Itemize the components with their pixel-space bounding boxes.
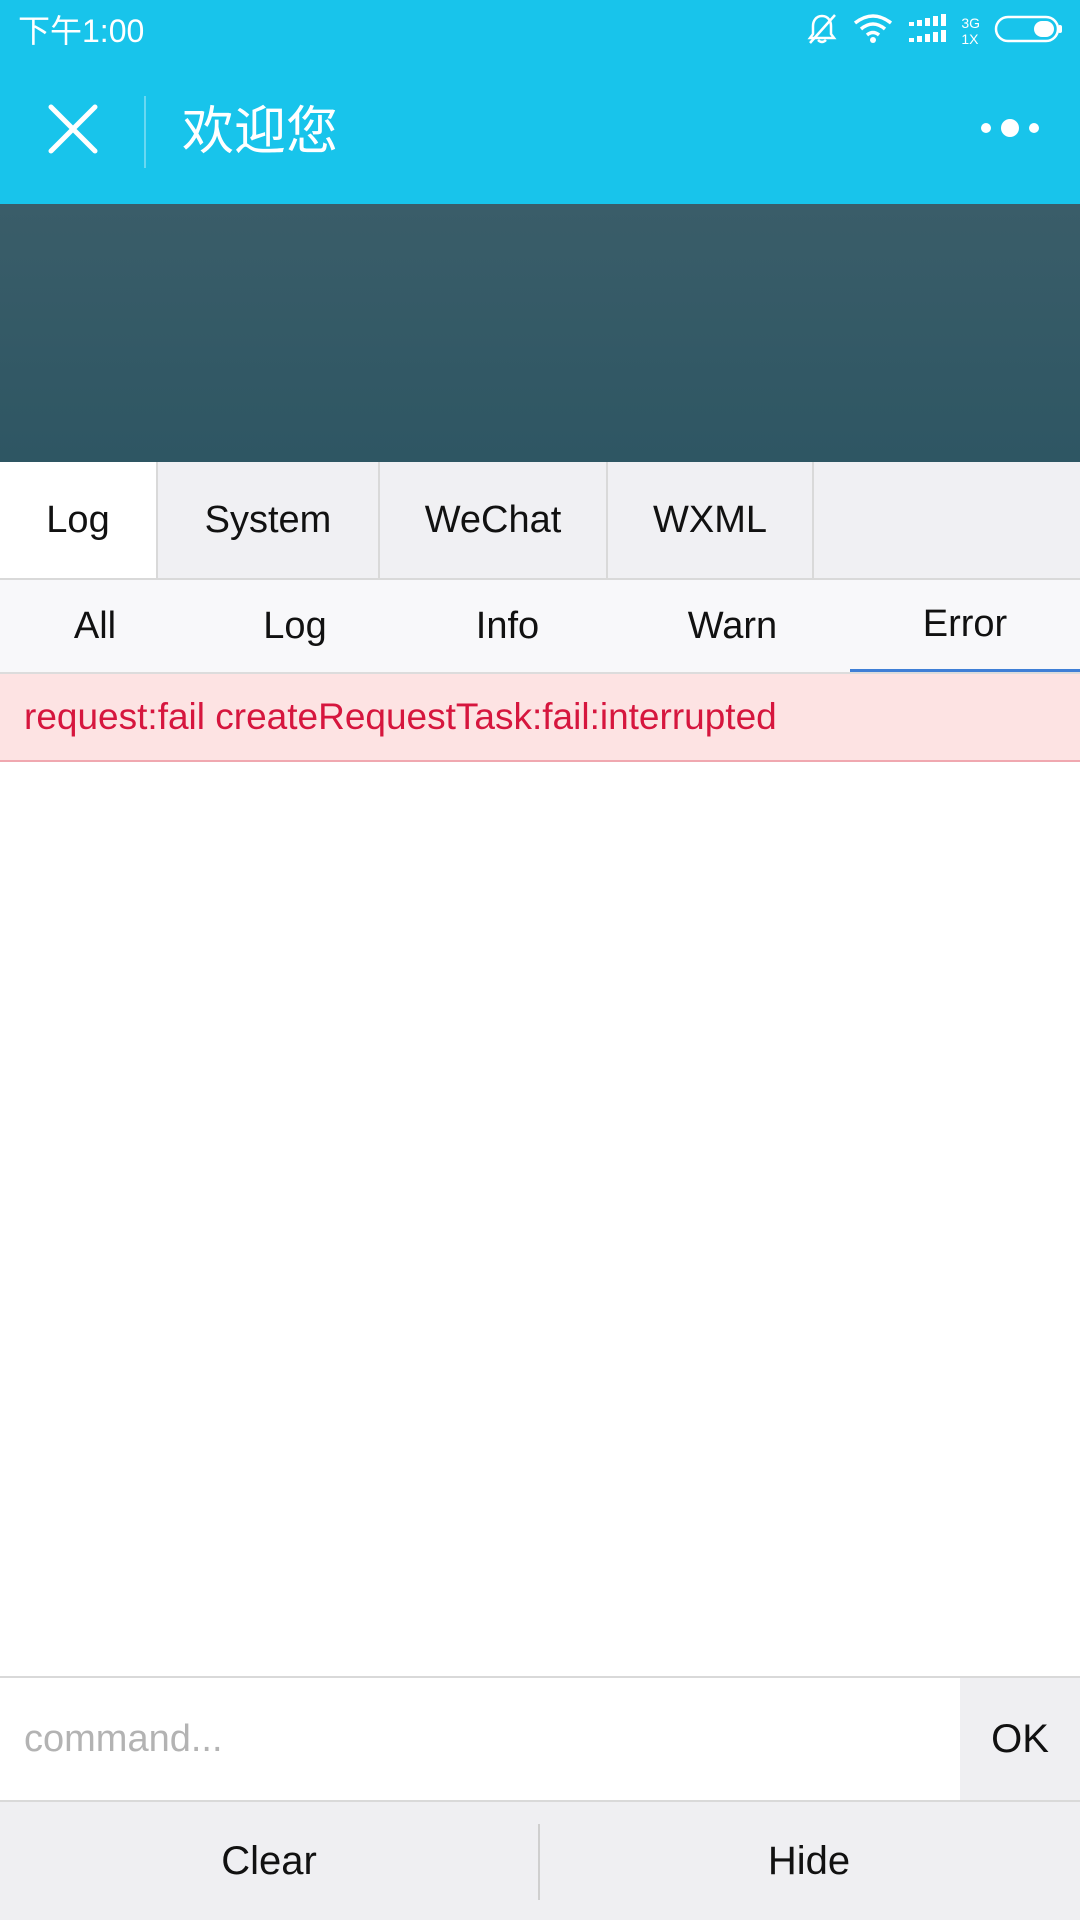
filter-tab-all[interactable]: All [0,580,190,672]
filter-tab-warn[interactable]: Warn [615,580,850,672]
ok-button[interactable]: OK [960,1678,1080,1800]
filter-tabs: All Log Info Warn Error [0,580,1080,674]
status-icons: 3G 1X [805,8,1064,54]
more-button[interactable] [970,102,1050,158]
tab-wxml[interactable]: WXML [608,462,814,578]
signal-icon [907,13,947,49]
network-type-top: 3G [961,15,980,31]
tab-system[interactable]: System [158,462,380,578]
wifi-icon [853,13,893,50]
network-type: 3G 1X [961,15,980,47]
tab-log[interactable]: Log [0,462,158,578]
filter-tab-error[interactable]: Error [850,580,1080,672]
status-bar: 下午1:00 3G 1X [0,0,1080,62]
main-tabs: Log System WeChat WXML [0,462,1080,580]
more-dots-icon [979,116,1041,145]
tab-wechat[interactable]: WeChat [380,462,608,578]
bell-off-icon [805,12,839,51]
battery-icon [994,14,1064,49]
status-time: 下午1:00 [18,13,145,49]
close-icon [47,103,99,160]
banner [0,204,1080,462]
title-bar: 欢迎您 [0,62,1080,204]
hide-button[interactable]: Hide [540,1802,1078,1920]
filter-tab-log[interactable]: Log [190,580,400,672]
filter-tab-info[interactable]: Info [400,580,615,672]
command-bar: OK [0,1676,1080,1802]
network-type-bottom: 1X [961,31,979,47]
command-input[interactable] [0,1678,960,1800]
title-divider [144,96,146,168]
page-title: 欢迎您 [182,103,339,161]
close-button[interactable] [36,94,110,168]
log-entry-error: request:fail createRequestTask:fail:inte… [0,674,1080,762]
clear-button[interactable]: Clear [0,1802,538,1920]
bottom-bar: Clear Hide [0,1802,1080,1920]
